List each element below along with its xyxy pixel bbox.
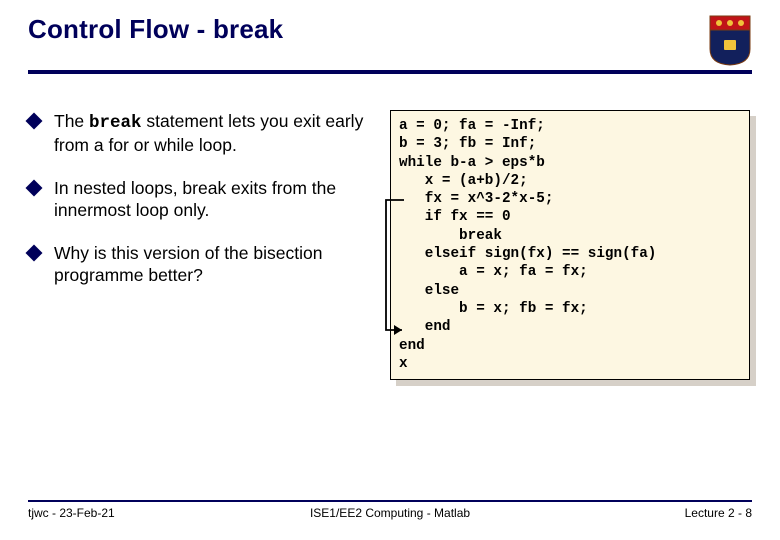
bullet-item: The break statement lets you exit early … xyxy=(28,110,378,157)
footer-left: tjwc - 23-Feb-21 xyxy=(28,506,115,520)
bullet-text: Why is this version of the bisection pro… xyxy=(54,242,378,287)
slide-title: Control Flow - break xyxy=(28,14,283,45)
diamond-bullet-icon xyxy=(26,244,43,261)
code-block: a = 0; fa = -Inf; b = 3; fb = Inf; while… xyxy=(390,110,750,380)
university-crest-icon xyxy=(708,14,752,66)
bullet-item: Why is this version of the bisection pro… xyxy=(28,242,378,287)
break-arrow-icon xyxy=(376,198,406,348)
bullet-item: In nested loops, break exits from the in… xyxy=(28,177,378,222)
bullet-text: In nested loops, break exits from the in… xyxy=(54,177,378,222)
diamond-bullet-icon xyxy=(26,179,43,196)
bullets-column: The break statement lets you exit early … xyxy=(28,110,378,380)
diamond-bullet-icon xyxy=(26,113,43,130)
code-block-wrapper: a = 0; fa = -Inf; b = 3; fb = Inf; while… xyxy=(390,110,750,380)
footer-right: Lecture 2 - 8 xyxy=(685,506,752,520)
slide-footer: tjwc - 23-Feb-21 ISE1/EE2 Computing - Ma… xyxy=(28,500,752,520)
bullet-text-code: break xyxy=(89,113,142,133)
footer-middle: ISE1/EE2 Computing - Matlab xyxy=(310,506,470,520)
bullet-text-pre: The xyxy=(54,111,89,131)
